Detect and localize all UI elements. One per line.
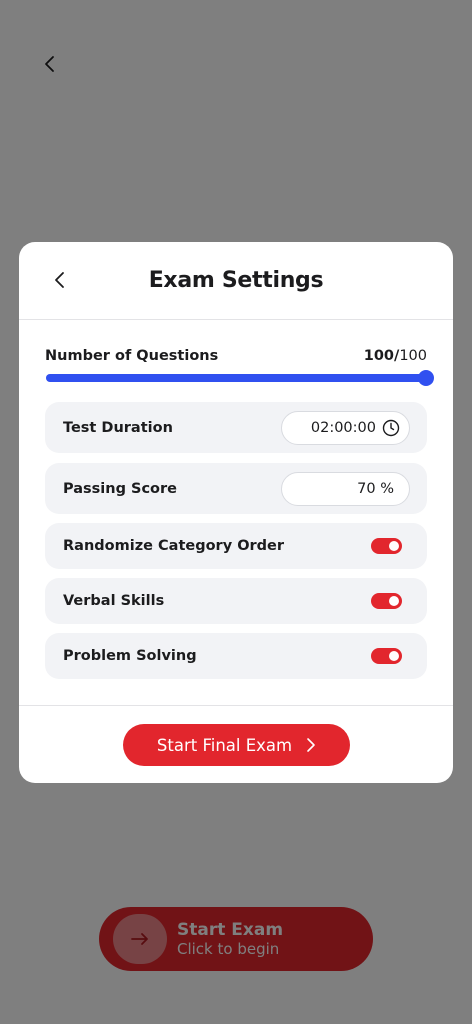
questions-current: 100 — [363, 348, 395, 364]
toggle-knob — [389, 596, 399, 606]
problem-solving-toggle[interactable] — [371, 648, 402, 664]
setting-label: Test Duration — [63, 419, 173, 436]
setting-test-duration: Test Duration 02:00:00 — [45, 402, 427, 453]
modal-title: Exam Settings — [148, 268, 324, 293]
test-duration-value: 02:00:00 — [310, 419, 376, 436]
slider-thumb[interactable] — [418, 370, 434, 386]
questions-slider[interactable] — [46, 370, 434, 386]
setting-verbal-skills: Verbal Skills — [45, 578, 427, 624]
exam-settings-modal: Exam Settings Number of Questions 100/10… — [19, 242, 453, 783]
slider-fill — [46, 374, 426, 382]
chevron-right-icon — [307, 738, 315, 752]
chevron-left-icon — [55, 272, 64, 288]
modal-back-button[interactable] — [47, 267, 73, 293]
modal-header: Exam Settings — [19, 242, 453, 320]
setting-label: Problem Solving — [63, 648, 197, 664]
setting-passing-score: Passing Score 70 % — [45, 463, 427, 514]
toggle-knob — [389, 541, 399, 551]
questions-row: Number of Questions 100/100 — [45, 348, 427, 364]
randomize-toggle[interactable] — [371, 538, 402, 554]
setting-problem-solving: Problem Solving — [45, 633, 427, 679]
setting-randomize-category-order: Randomize Category Order — [45, 523, 427, 569]
questions-total: 100 — [399, 348, 427, 364]
start-final-exam-label: Start Final Exam — [156, 735, 293, 755]
footer-divider — [19, 705, 453, 706]
verbal-skills-toggle[interactable] — [371, 593, 402, 609]
start-final-exam-button[interactable]: Start Final Exam — [123, 724, 350, 766]
clock-icon — [382, 419, 400, 436]
questions-count: 100/100 — [364, 348, 427, 364]
toggle-knob — [389, 651, 399, 661]
setting-label: Passing Score — [63, 480, 177, 497]
setting-label: Randomize Category Order — [63, 538, 285, 554]
questions-label: Number of Questions — [45, 348, 219, 364]
passing-score-value: 70 % — [357, 480, 394, 497]
setting-label: Verbal Skills — [63, 593, 165, 609]
test-duration-field[interactable]: 02:00:00 — [281, 410, 410, 445]
passing-score-field[interactable]: 70 % — [281, 471, 410, 506]
